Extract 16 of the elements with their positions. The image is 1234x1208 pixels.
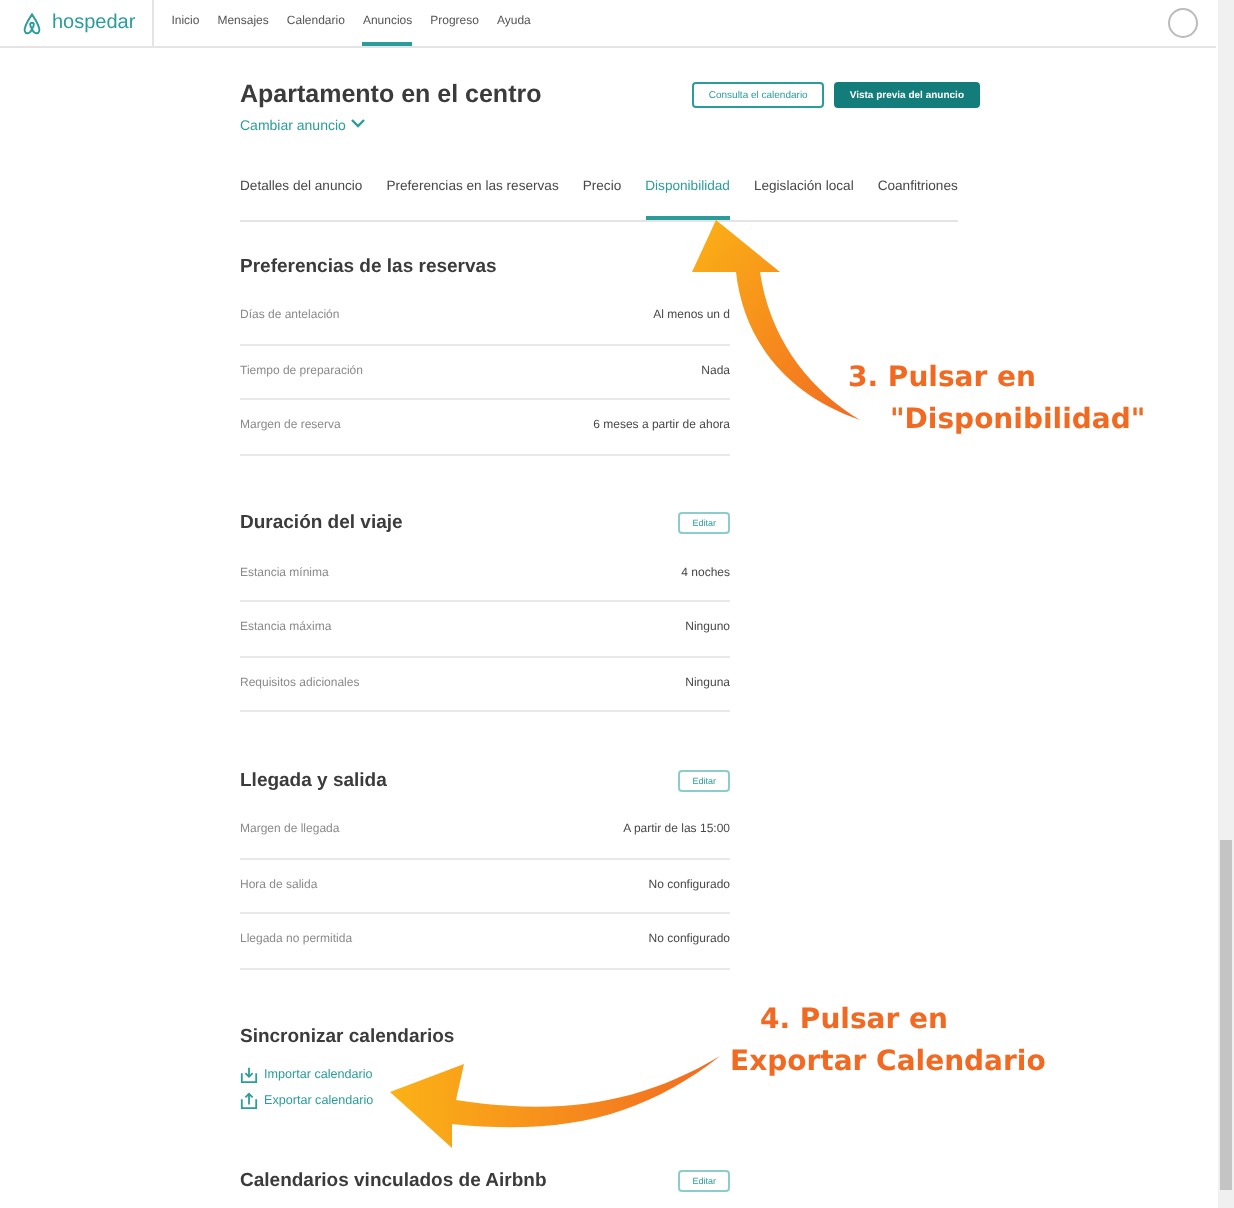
logo-icon	[20, 11, 44, 35]
annotation-text: "Disponibilidad"	[890, 402, 1146, 440]
annotation-text: 4. Pulsar en	[760, 1002, 950, 1040]
section-title: Duración del viaje	[240, 512, 403, 534]
chevron-icon	[349, 118, 366, 130]
section-title: Preferencias de las reservas	[240, 255, 497, 277]
annotation-text: Exportar Calendario	[730, 1044, 1046, 1082]
section-title: Sincronizar calendarios	[240, 1026, 455, 1048]
section-title: Llegada y salida	[240, 769, 387, 791]
avatar[interactable]	[1168, 8, 1198, 38]
annotation-text: 3. Pulsar en	[848, 360, 1038, 398]
section-title: Calendarios vinculados de Airbnb	[240, 1170, 547, 1192]
scrollbar[interactable]	[1218, 0, 1234, 1208]
import-icon	[240, 1065, 258, 1083]
listing-title: Apartamento en el centro	[240, 80, 542, 108]
export-icon	[240, 1091, 258, 1109]
